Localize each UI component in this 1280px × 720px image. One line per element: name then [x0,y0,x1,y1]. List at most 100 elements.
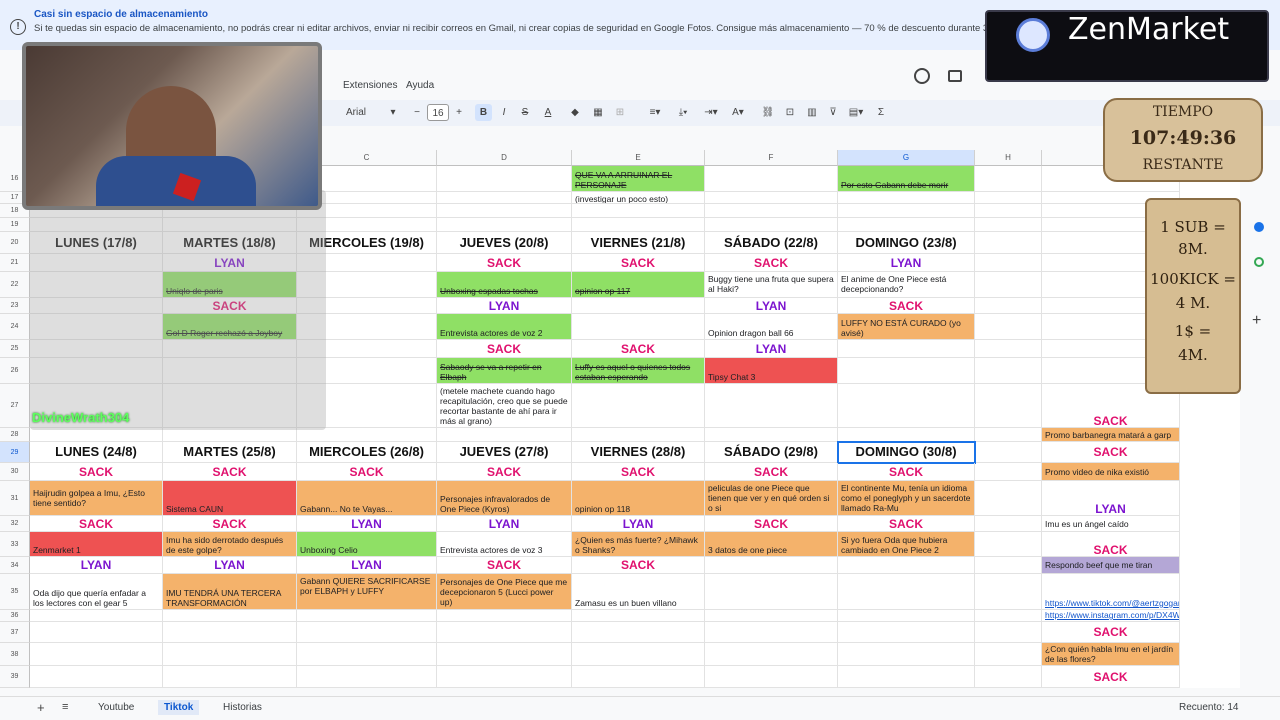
day-header[interactable]: JUEVES (27/8) [437,442,572,463]
col-header-f[interactable]: F [705,150,838,166]
empty-cell[interactable] [838,666,975,688]
empty-cell[interactable] [437,610,572,622]
empty-cell[interactable] [975,204,1042,218]
side-note-cell[interactable]: SACK [1042,666,1180,688]
filter-icon[interactable]: ⊽ [825,104,841,121]
video-idea-cell[interactable]: Tipsy Chat 3 [705,358,838,384]
empty-cell[interactable] [975,574,1042,610]
decrease-font-button[interactable]: − [411,104,423,121]
video-idea-cell[interactable]: Personajes infravalorados de One Piece (… [437,481,572,516]
assignee-tag[interactable]: LYAN [705,340,838,358]
contacts-icon[interactable] [1254,222,1264,232]
empty-cell[interactable] [705,192,838,204]
borders-icon[interactable]: ▦ [591,104,605,121]
assignee-tag[interactable]: LYAN [30,557,163,574]
row-header[interactable]: 37 [0,622,30,643]
empty-cell[interactable] [975,384,1042,428]
row-header[interactable]: 39 [0,666,30,688]
empty-cell[interactable] [572,622,705,643]
cell-text[interactable]: QUE VA A ARRUINAR EL PERSONAJE [572,166,705,192]
side-note-cell[interactable]: Respondo beef que me tiran [1042,557,1180,574]
empty-cell[interactable] [163,610,297,622]
video-idea-cell[interactable]: Haijrudin golpea a Imu, ¿Esto tiene sent… [30,481,163,516]
empty-cell[interactable] [975,643,1042,666]
side-note-cell[interactable]: Promo barbanegra matará a garp [1042,428,1180,442]
empty-cell[interactable] [975,298,1042,314]
empty-cell[interactable] [975,254,1042,272]
empty-cell[interactable] [705,643,838,666]
empty-cell[interactable] [705,218,838,232]
align-icon[interactable]: ≡▾ [645,104,665,121]
empty-cell[interactable] [437,643,572,666]
row-header[interactable]: 33 [0,532,30,557]
empty-cell[interactable] [437,622,572,643]
link-cell[interactable]: https://www.instagram.com/p/DX4WBkcsuAF/ [1042,610,1180,622]
wrap-icon[interactable]: ⇥▾ [700,104,722,121]
assignee-tag[interactable]: SACK [437,557,572,574]
video-idea-cell[interactable]: Unboxing espadas tochas [437,272,572,298]
all-sheets-icon[interactable]: ≡ [62,701,68,713]
day-header[interactable]: DOMINGO (30/8) [837,441,976,464]
assignee-tag[interactable]: SACK [437,340,572,358]
empty-cell[interactable] [30,666,163,688]
assignee-tag[interactable]: LYAN [437,298,572,314]
side-note-cell[interactable]: Imu es un ángel caído [1042,516,1180,532]
empty-cell[interactable] [297,643,437,666]
assignee-tag[interactable]: SACK [705,254,838,272]
day-header[interactable]: SÁBADO (29/8) [705,442,838,463]
empty-cell[interactable] [297,428,437,442]
empty-cell[interactable] [975,358,1042,384]
rotate-icon[interactable]: A▾ [728,104,748,121]
assignee-tag[interactable]: SACK [437,254,572,272]
link-cell[interactable]: https://www.tiktok.com/@aertzgogames/vid… [1042,574,1180,610]
video-idea-cell[interactable]: peliculas de one Piece que tienen que ve… [705,481,838,516]
video-idea-cell[interactable]: IMU TENDRÁ UNA TERCERA TRANSFORMACIÓN [163,574,297,610]
menu-help[interactable]: Ayuda [406,80,434,91]
assignee-tag[interactable]: SACK [297,463,437,481]
empty-cell[interactable] [297,666,437,688]
col-header-g[interactable]: G [838,150,975,166]
empty-cell[interactable] [30,428,163,442]
assignee-tag[interactable]: SACK [838,298,975,314]
day-header[interactable]: SÁBADO (22/8) [705,232,838,254]
empty-cell[interactable] [975,532,1042,557]
side-note-cell[interactable]: Promo video de nika existió [1042,463,1180,481]
row-header[interactable]: 22 [0,272,30,298]
empty-cell[interactable] [975,218,1042,232]
note-cell[interactable]: (metele machete cuando hago recapitulaci… [437,384,572,428]
empty-cell[interactable] [975,272,1042,298]
banner-text[interactable]: Si te quedas sin espacio de almacenamien… [34,23,988,34]
video-idea-cell[interactable]: Gabann... No te Vayas... [297,481,437,516]
font-size-input[interactable]: 16 [427,104,449,121]
video-idea-cell[interactable]: Entrevista actores de voz 2 [437,314,572,340]
empty-cell[interactable] [437,666,572,688]
sheet-tab-tiktok[interactable]: Tiktok [158,700,200,715]
video-idea-cell[interactable]: Zenmarket 1 [30,532,163,557]
add-addon-icon[interactable]: + [1252,312,1261,330]
assignee-tag[interactable]: SACK [838,516,975,532]
row-header[interactable]: 30 [0,463,30,481]
empty-cell[interactable] [30,643,163,666]
comment-icon[interactable] [948,70,962,82]
video-idea-cell[interactable]: Gabann QUIERE SACRIFICARSE por ELBAPH y … [297,574,437,610]
empty-cell[interactable] [572,384,705,428]
day-header[interactable]: VIERNES (28/8) [572,442,705,463]
empty-cell[interactable] [437,166,572,192]
video-idea-cell[interactable]: opinion op 118 [572,481,705,516]
empty-cell[interactable] [838,358,975,384]
assignee-tag[interactable]: SACK [30,516,163,532]
assignee-tag[interactable]: LYAN [572,516,705,532]
video-idea-cell[interactable]: opinion op 117 [572,272,705,298]
day-header[interactable]: VIERNES (21/8) [572,232,705,254]
menu-extensions[interactable]: Extensiones [343,80,397,91]
empty-cell[interactable] [975,192,1042,204]
side-note-cell[interactable]: SACK [1042,442,1180,463]
empty-cell[interactable] [975,442,1042,463]
sheet-tab-youtube[interactable]: Youtube [98,702,134,713]
row-header[interactable]: 38 [0,643,30,666]
assignee-tag[interactable]: SACK [572,557,705,574]
video-idea-cell[interactable]: Sabaody se va a repetir en Elbaph [437,358,572,384]
empty-cell[interactable] [705,428,838,442]
assignee-tag[interactable]: SACK [572,254,705,272]
empty-cell[interactable] [297,610,437,622]
